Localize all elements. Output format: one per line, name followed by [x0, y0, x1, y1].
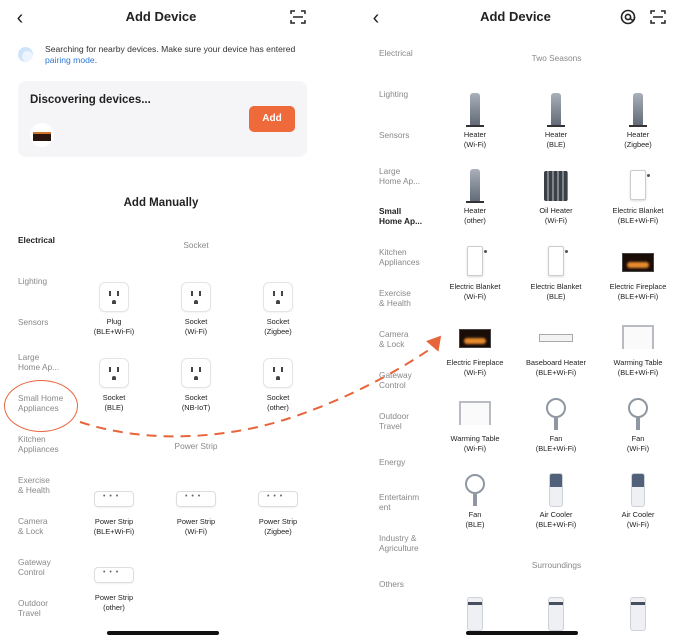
category-item[interactable]: Electrical: [18, 235, 88, 245]
baseboard-heater-icon: [539, 321, 573, 355]
category-item[interactable]: Others: [379, 579, 449, 589]
air-purifier-icon: [539, 597, 573, 631]
group-heading-two-seasons: Two Seasons: [531, 53, 582, 63]
right-top-bar: ‹ Add Device: [356, 0, 675, 36]
device-tile[interactable]: Heater (other): [436, 169, 514, 226]
socket-icon: [261, 280, 295, 314]
device-tile[interactable]: Warming Table (BLE+Wi-Fi): [599, 321, 675, 378]
device-tile[interactable]: Fan (BLE+Wi-Fi): [517, 397, 595, 454]
fireplace-icon: [458, 321, 492, 355]
home-indicator: [466, 631, 578, 635]
highlight-ellipse: [4, 380, 78, 432]
fireplace-icon: [621, 245, 655, 279]
home-indicator: [107, 631, 219, 635]
electric-blanket-icon: [621, 169, 655, 203]
device-tile[interactable]: Socket (other): [239, 356, 317, 413]
device-tile[interactable]: Fan (BLE): [436, 473, 514, 530]
device-tile[interactable]: Air Cooler (Wi-Fi): [599, 473, 675, 530]
found-device-fireplace-icon[interactable]: [30, 123, 54, 147]
left-top-bar: ‹ Add Device: [0, 0, 322, 36]
power-strip-icon: [259, 480, 297, 514]
device-tile[interactable]: Oil Heater (Wi-Fi): [517, 169, 595, 226]
device-tile[interactable]: Power Strip(BLE+Wi-Fi): [75, 480, 153, 537]
heater-icon: [621, 93, 655, 127]
search-status: Searching for nearby devices. Make sure …: [18, 44, 308, 70]
device-tile[interactable]: Baseboard Heater (BLE+Wi-Fi): [517, 321, 595, 378]
oil-heater-icon: [539, 169, 573, 203]
device-tile[interactable]: Electric Blanket (Wi-Fi): [436, 245, 514, 302]
power-strip-icon: [95, 480, 133, 514]
socket-icon: [261, 356, 295, 390]
device-tile[interactable]: Socket (Zigbee): [239, 280, 317, 337]
searching-spinner-icon: [18, 47, 33, 62]
group-heading-surroundings: Surroundings: [531, 560, 582, 570]
electric-blanket-icon: [458, 245, 492, 279]
device-tile[interactable]: Electric Blanket (BLE): [517, 245, 595, 302]
fan-icon: [539, 397, 573, 431]
at-sign-icon[interactable]: [620, 9, 636, 25]
add-button[interactable]: Add: [249, 106, 295, 132]
heater-icon: [539, 93, 573, 127]
air-purifier-icon: [621, 597, 655, 631]
electric-blanket-icon: [539, 245, 573, 279]
device-tile[interactable]: Fan (Wi-Fi): [599, 397, 675, 454]
group-heading-socket: Socket: [183, 240, 209, 250]
socket-icon: [179, 356, 213, 390]
discovering-card: Discovering devices... Add: [18, 81, 307, 157]
category-item[interactable]: Energy: [379, 457, 449, 467]
device-tile[interactable]: Heater (Zigbee): [599, 93, 675, 150]
device-tile[interactable]: Heater (BLE): [517, 93, 595, 150]
category-item[interactable]: Kitchen Appliances: [18, 434, 88, 454]
device-tile[interactable]: Electric Fireplace (Wi-Fi): [436, 321, 514, 378]
search-status-end: .: [94, 55, 98, 65]
category-item[interactable]: Electrical: [379, 48, 449, 58]
power-strip-icon: [95, 556, 133, 590]
socket-icon: [97, 356, 131, 390]
device-tile[interactable]: Warming Table (Wi-Fi): [436, 397, 514, 454]
device-tile[interactable]: Socket (NB-IoT): [157, 356, 235, 413]
left-screen: ‹ Add Device Searching for nearby device…: [0, 0, 322, 643]
socket-icon: [97, 280, 131, 314]
warming-table-icon: [458, 397, 492, 431]
group-heading-power-strip: Power Strip: [174, 441, 218, 451]
air-purifier-icon: [458, 597, 492, 631]
search-status-text: Searching for nearby devices. Make sure …: [45, 44, 296, 54]
device-tile[interactable]: [517, 597, 595, 631]
warming-table-icon: [621, 321, 655, 355]
heater-icon: [458, 169, 492, 203]
device-tile[interactable]: Plug (BLE+Wi-Fi): [75, 280, 153, 337]
category-item[interactable]: Industry & Agriculture: [379, 533, 449, 553]
add-manually-title: Add Manually: [123, 197, 199, 209]
device-tile[interactable]: Socket (Wi-Fi): [157, 280, 235, 337]
fan-icon: [458, 473, 492, 507]
discovering-title: Discovering devices...: [30, 94, 151, 106]
air-cooler-icon: [539, 473, 573, 507]
device-tile[interactable]: Heater (Wi-Fi): [436, 93, 514, 150]
device-tile[interactable]: Power Strip(Zigbee): [239, 480, 317, 537]
page-title: Add Device: [125, 9, 197, 24]
scan-icon[interactable]: [650, 10, 666, 24]
device-tile[interactable]: Power Strip(Wi-Fi): [157, 480, 235, 537]
heater-icon: [458, 93, 492, 127]
air-cooler-icon: [621, 473, 655, 507]
device-tile[interactable]: Air Cooler (BLE+Wi-Fi): [517, 473, 595, 530]
scan-icon[interactable]: [290, 10, 306, 24]
device-tile[interactable]: [599, 597, 675, 631]
socket-icon: [179, 280, 213, 314]
fan-icon: [621, 397, 655, 431]
right-screen: ‹ Add Device Electrical Lighting Sensors…: [356, 0, 675, 643]
device-tile[interactable]: [436, 597, 514, 631]
device-tile[interactable]: Electric Blanket (BLE+Wi-Fi): [599, 169, 675, 226]
pairing-mode-link[interactable]: pairing mode: [45, 55, 95, 65]
device-tile[interactable]: Electric Fireplace (BLE+Wi-Fi): [599, 245, 675, 302]
device-tile[interactable]: Socket (BLE): [75, 356, 153, 413]
power-strip-icon: [177, 480, 215, 514]
device-tile[interactable]: Power Strip(other): [75, 556, 153, 613]
